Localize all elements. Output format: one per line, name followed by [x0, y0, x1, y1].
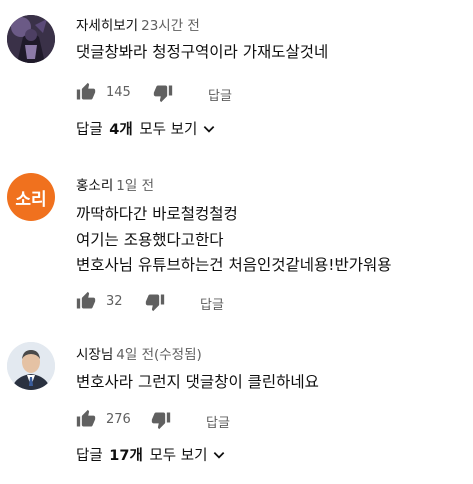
dislike-action: [151, 410, 171, 430]
avatar[interactable]: 소리: [7, 173, 55, 221]
author-name[interactable]: 자세히보기: [76, 18, 138, 34]
comment-header: 자세히보기 23시간 전: [76, 14, 200, 34]
thumbs-up-icon[interactable]: [76, 291, 96, 311]
view-replies-button[interactable]: 답글 4개 모두 보기: [76, 118, 216, 139]
timestamp[interactable]: 4일 전(수정됨): [116, 347, 202, 363]
replies-count: 4개: [109, 122, 133, 138]
like-action: 276: [76, 409, 131, 429]
thumbs-up-icon[interactable]: [76, 82, 96, 102]
replies-prefix: 답글: [76, 448, 103, 464]
comment-header: 홍소리 1일 전: [76, 174, 154, 194]
replies-suffix: 모두 보기: [139, 122, 198, 138]
comment-text-line-2: 여기는 조용했다고한다: [76, 231, 224, 249]
replies-prefix: 답글: [76, 122, 103, 138]
like-action: 32: [76, 291, 123, 311]
avatar[interactable]: [7, 15, 55, 63]
thumbs-down-icon[interactable]: [151, 410, 171, 430]
comment-text: 변호사라 그런지 댓글창이 클린하네요: [76, 373, 319, 391]
replies-count: 17개: [109, 448, 143, 464]
author-name[interactable]: 시장님: [76, 347, 113, 363]
chevron-down-icon: [204, 125, 215, 133]
thumbs-down-icon[interactable]: [145, 292, 165, 312]
like-count: 145: [106, 84, 131, 100]
comment-text: 댓글창봐라 청정구역이라 가재도살것네: [76, 43, 329, 61]
thumbs-up-icon[interactable]: [76, 409, 96, 429]
reply-button[interactable]: 답글: [200, 294, 224, 313]
like-count: 32: [106, 293, 123, 309]
avatar[interactable]: [7, 342, 55, 390]
comment-2: 소리 홍소리 1일 전 까딱하다간 바로철컹철컹 여기는 조용했다고한다 변호사님…: [0, 150, 473, 320]
dislike-action: [153, 83, 173, 103]
dislike-action: [145, 292, 165, 312]
replies-suffix: 모두 보기: [149, 448, 208, 464]
comment-1: 자세히보기 23시간 전 댓글창봐라 청정구역이라 가재도살것네 145 답글 답…: [0, 0, 473, 150]
man-in-suit-avatar-icon: [7, 342, 55, 390]
comment-text-line-3: 변호사님 유튜브하는건 처음인것같네용!반가워용: [76, 256, 392, 274]
author-name[interactable]: 홍소리: [76, 178, 113, 194]
view-replies-button[interactable]: 답글 17개 모두 보기: [76, 444, 226, 465]
avatar-initials: 소리: [15, 189, 47, 210]
reply-button[interactable]: 답글: [208, 85, 232, 104]
timestamp[interactable]: 23시간 전: [141, 18, 200, 34]
chevron-down-icon: [214, 451, 225, 459]
comment-header: 시장님 4일 전(수정됨): [76, 343, 202, 363]
like-action: 145: [76, 82, 131, 102]
like-count: 276: [106, 411, 131, 427]
thumbs-down-icon[interactable]: [153, 83, 173, 103]
comment-text-line-1: 까딱하다간 바로철컹철컹: [76, 205, 238, 223]
comment-3: 시장님 4일 전(수정됨) 변호사라 그런지 댓글창이 클린하네요 276 답글 …: [0, 320, 473, 484]
dark-character-avatar-icon: [7, 15, 55, 63]
reply-button[interactable]: 답글: [206, 412, 230, 431]
timestamp[interactable]: 1일 전: [116, 178, 154, 194]
